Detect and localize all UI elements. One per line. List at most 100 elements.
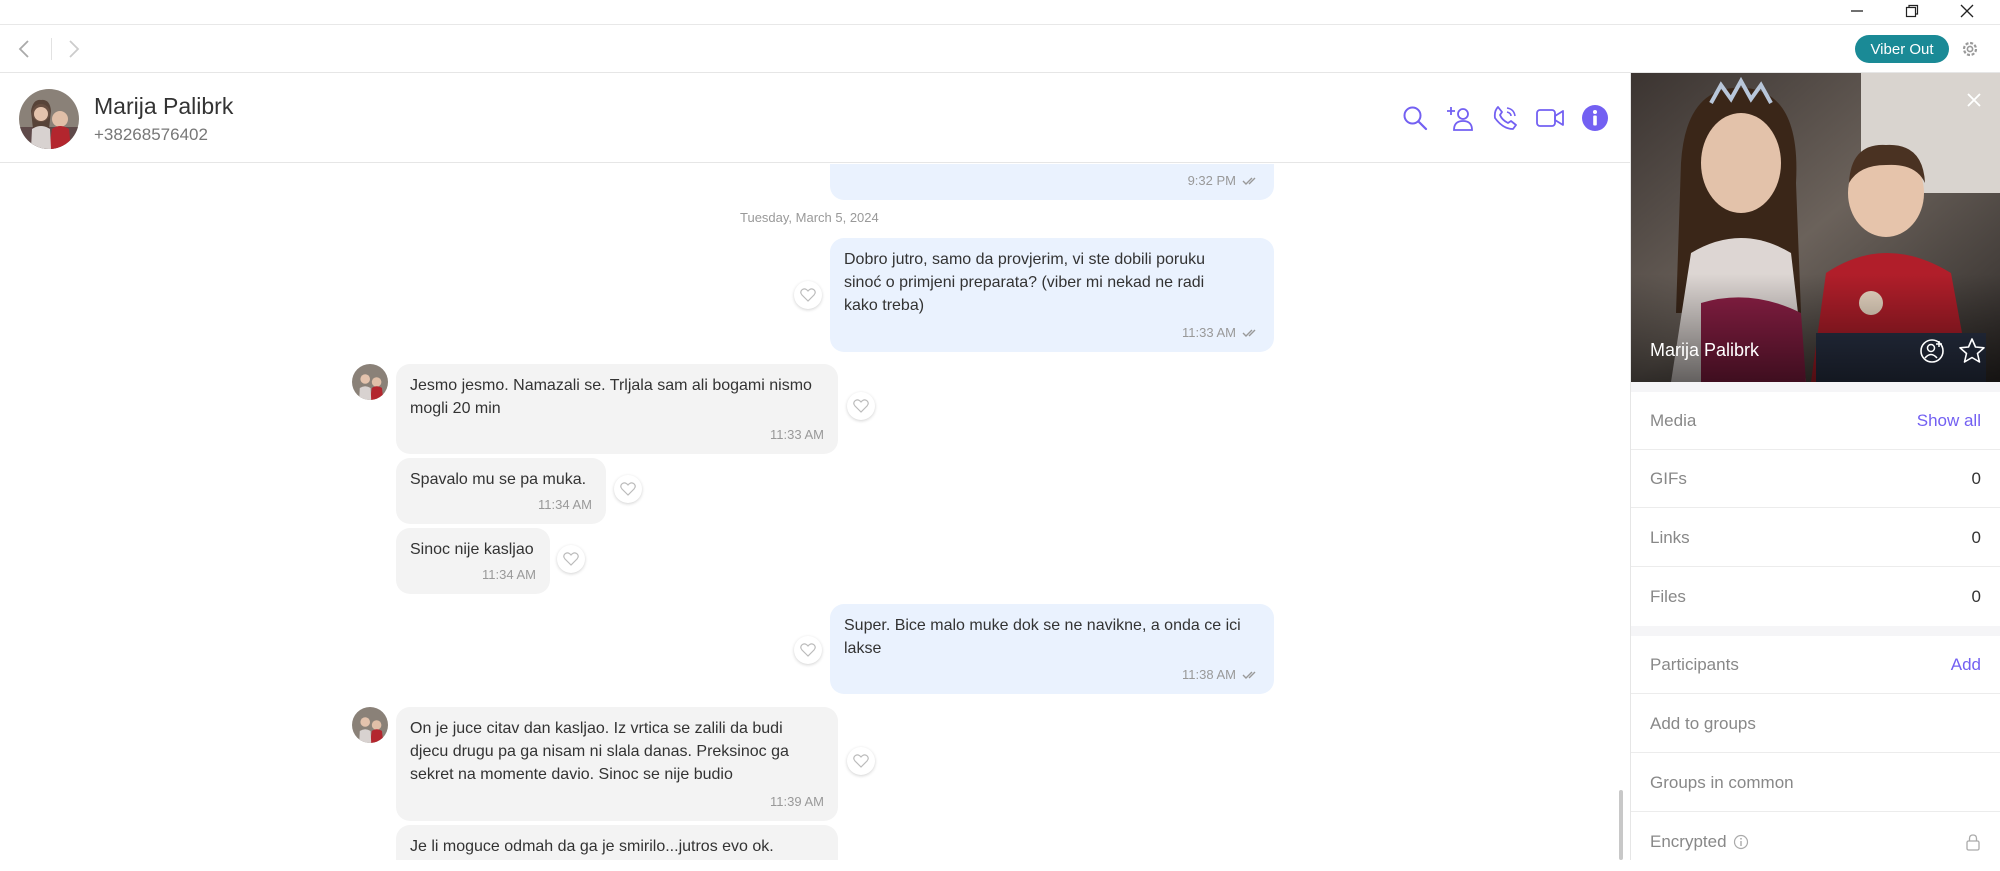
info-button[interactable] xyxy=(1580,103,1610,133)
message-line: Je li moguce odmah da ga je smirilo...ju… xyxy=(410,838,774,855)
message-bubble[interactable]: Sinoc nije kasljao 11:34 AM xyxy=(396,528,550,594)
like-button[interactable] xyxy=(847,392,875,420)
minimize-icon xyxy=(1851,10,1863,12)
like-button[interactable] xyxy=(794,636,822,664)
add-to-groups-row[interactable]: Add to groups xyxy=(1631,695,2000,753)
message-line: sekret na momente davio. Sinoc se nije b… xyxy=(410,766,733,783)
heart-icon xyxy=(800,643,816,657)
row-label: Groups in common xyxy=(1650,773,1794,792)
row-label: Media xyxy=(1650,411,1697,430)
row-label: Add to groups xyxy=(1650,714,1756,733)
message-time: 11:38 AM xyxy=(1182,663,1260,686)
row-label: Files xyxy=(1650,587,1686,606)
phone-icon xyxy=(1493,106,1517,130)
show-all-media-link[interactable]: Show all xyxy=(1917,411,1981,431)
groups-in-common-row[interactable]: Groups in common xyxy=(1631,754,2000,812)
minimize-button[interactable] xyxy=(1834,0,1880,22)
close-icon xyxy=(1960,4,1974,18)
message-bubble[interactable]: Spavalo mu se pa muka. 11:34 AM xyxy=(396,458,606,524)
row-label: Participants xyxy=(1650,655,1739,674)
contact-photo[interactable]: Marija Palibrk xyxy=(1631,73,2000,382)
settings-button[interactable] xyxy=(1960,39,1980,59)
restore-button[interactable] xyxy=(1889,0,1935,22)
message-line: Jesmo jesmo. Namazali se. Trljala sam al… xyxy=(410,377,812,394)
photo-contact-name: Marija Palibrk xyxy=(1650,340,1760,360)
like-button[interactable] xyxy=(847,747,875,775)
contact-name: Marija Palibrk xyxy=(94,93,234,119)
message-bubble[interactable]: 9:32 PM xyxy=(830,164,1274,200)
message-list[interactable]: 9:32 PM Tuesday, March 5, 2024 Dobro jut… xyxy=(0,164,1630,860)
row-label: GIFs xyxy=(1650,469,1687,488)
contact-info-panel: Marija Palibrk Media Show all GIFs 0 Lin… xyxy=(1630,73,2000,860)
row-label-wrap: Encrypted xyxy=(1650,832,1749,852)
files-row[interactable]: Files 0 xyxy=(1631,568,2000,626)
message-bubble[interactable]: On je juce citav dan kasljao. Iz vrtica … xyxy=(396,707,838,821)
forward-button[interactable] xyxy=(62,37,86,61)
links-row[interactable]: Links 0 xyxy=(1631,509,2000,567)
contact-photo-image xyxy=(1631,73,2000,382)
row-count: 0 xyxy=(1971,528,1981,547)
info-icon xyxy=(1582,105,1608,131)
video-call-button[interactable] xyxy=(1535,103,1565,133)
video-camera-icon xyxy=(1536,109,1564,127)
gifs-row[interactable]: GIFs 0 xyxy=(1631,450,2000,508)
encrypted-row[interactable]: Encrypted xyxy=(1631,813,2000,871)
like-button[interactable] xyxy=(557,545,585,573)
message-line: lakse xyxy=(844,640,882,657)
message-time-text: 9:32 PM xyxy=(1187,173,1236,188)
scrollbar-thumb[interactable] xyxy=(1619,790,1623,860)
avatar-photo xyxy=(352,707,388,743)
read-check-icon xyxy=(1242,671,1256,679)
message-bubble[interactable]: Je li moguce odmah da ga je smirilo...ju… xyxy=(396,825,838,860)
chat-header: Marija Palibrk +38268576402 xyxy=(0,73,1630,163)
message-line: kako treba) xyxy=(844,297,925,314)
heart-icon xyxy=(620,482,636,496)
like-button[interactable] xyxy=(614,475,642,503)
message-bubble[interactable]: Jesmo jesmo. Namazali se. Trljala sam al… xyxy=(396,364,838,454)
message-time-text: 11:38 AM xyxy=(1182,667,1236,682)
message-time: 11:33 AM xyxy=(1182,321,1260,344)
add-user-icon xyxy=(1447,107,1473,131)
message-line: Sinoc nije kasljao xyxy=(410,541,534,558)
row-count: 0 xyxy=(1971,469,1981,488)
contact-avatar[interactable] xyxy=(19,89,79,149)
restore-icon xyxy=(1905,4,1919,18)
message-line: Dobro jutro, samo da provjerim, vi ste d… xyxy=(844,251,1206,268)
favorite-button[interactable] xyxy=(1958,337,1986,365)
message-time: 11:34 AM xyxy=(538,497,592,512)
search-icon xyxy=(1403,106,1428,131)
chevron-right-icon xyxy=(69,40,80,58)
call-button[interactable] xyxy=(1490,103,1520,133)
message-bubble[interactable]: Super. Bice malo muke dok se ne navikne,… xyxy=(830,604,1274,694)
date-separator: Tuesday, March 5, 2024 xyxy=(740,210,879,225)
viber-out-button[interactable]: Viber Out xyxy=(1855,35,1949,63)
add-participant-link[interactable]: Add xyxy=(1951,655,1981,675)
gear-icon xyxy=(1962,41,1978,57)
read-check-icon xyxy=(1242,177,1256,185)
close-window-button[interactable] xyxy=(1944,0,1990,22)
message-time: 9:32 PM xyxy=(1188,169,1260,192)
search-button[interactable] xyxy=(1400,103,1430,133)
like-button[interactable] xyxy=(794,281,822,309)
lock-icon xyxy=(1966,834,1980,851)
nav-divider xyxy=(51,38,52,60)
back-button[interactable] xyxy=(12,37,36,61)
message-time: 11:39 AM xyxy=(770,794,824,809)
row-label: Encrypted xyxy=(1650,832,1727,851)
message-line: Super. Bice malo muke dok se ne navikne,… xyxy=(844,617,1241,634)
heart-icon xyxy=(563,552,579,566)
info-circle-icon[interactable] xyxy=(1733,834,1749,850)
heart-icon xyxy=(800,288,816,302)
star-icon xyxy=(1959,338,1985,363)
heart-icon xyxy=(853,399,869,413)
message-time-text: 11:33 AM xyxy=(1182,325,1236,340)
media-row[interactable]: Media Show all xyxy=(1631,392,2000,450)
contact-phone: +38268576402 xyxy=(94,125,208,144)
add-participant-button[interactable] xyxy=(1445,103,1475,133)
chevron-left-icon xyxy=(18,40,29,58)
add-contact-button[interactable] xyxy=(1918,337,1946,365)
close-panel-button[interactable] xyxy=(1961,87,1987,113)
message-bubble[interactable]: Dobro jutro, samo da provjerim, vi ste d… xyxy=(830,238,1274,352)
sender-avatar[interactable] xyxy=(352,707,388,743)
sender-avatar[interactable] xyxy=(352,364,388,400)
